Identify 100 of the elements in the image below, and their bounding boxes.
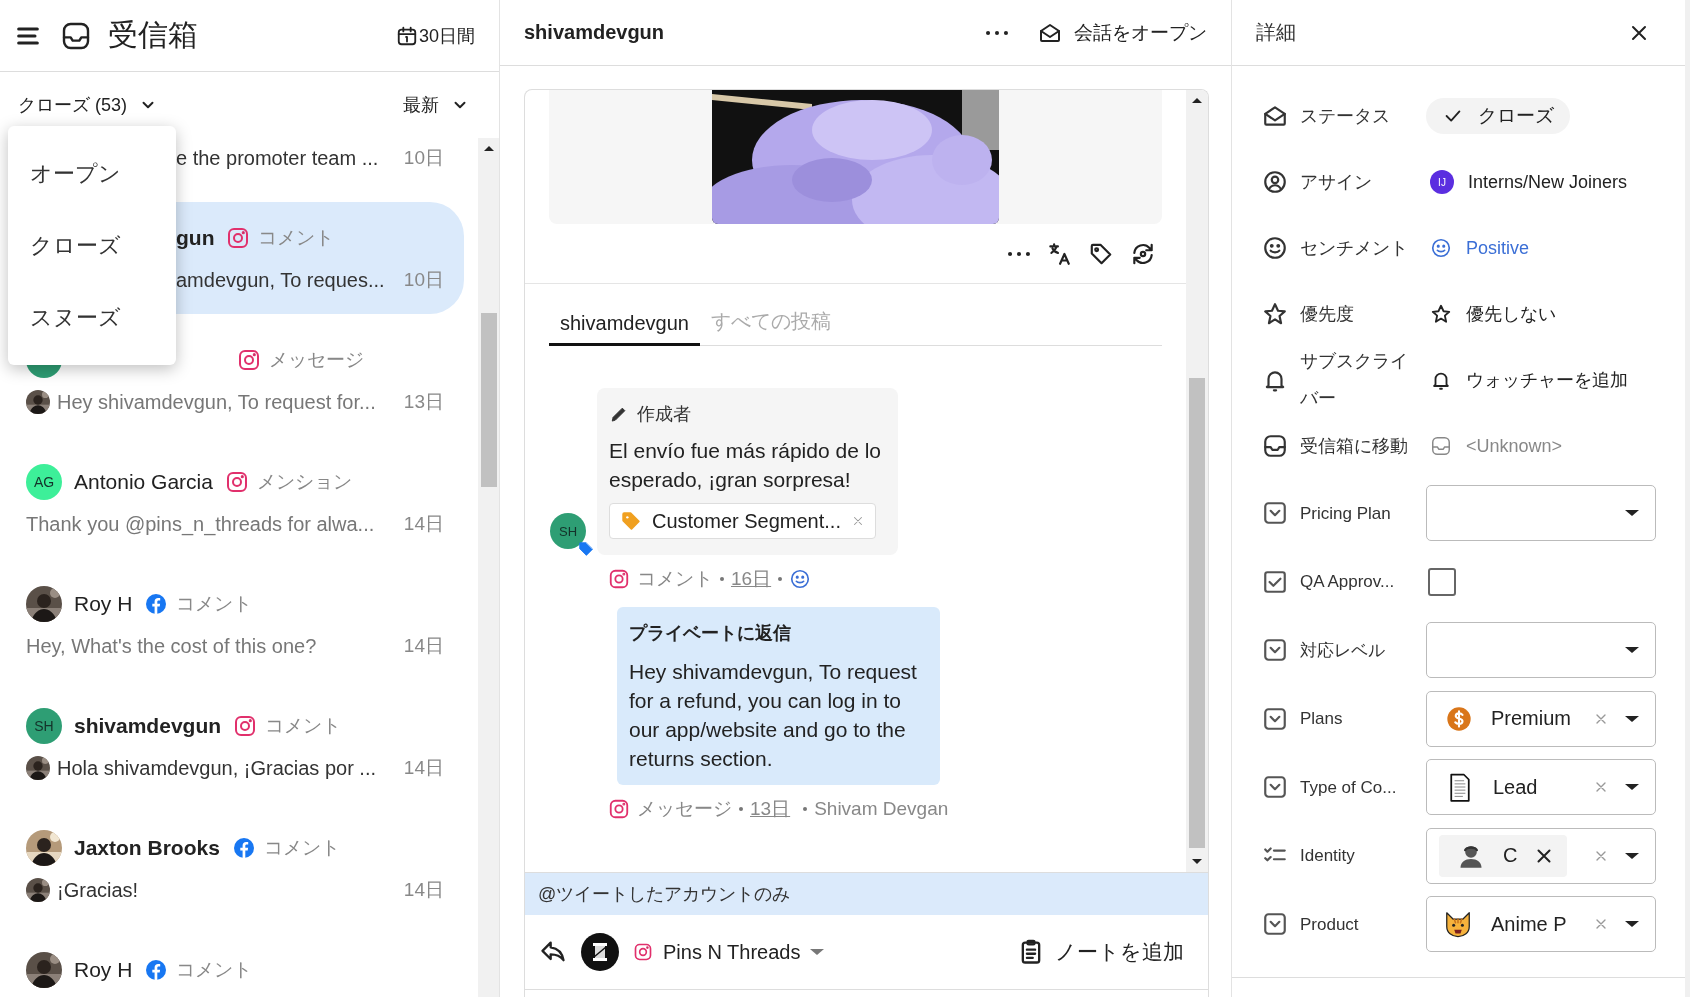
- conversation-item[interactable]: Roy H コメント Hey, What's the cost of this one? 14日: [0, 568, 464, 680]
- separator-dot: [739, 807, 743, 811]
- message-type: メンション: [256, 470, 352, 494]
- date-link[interactable]: 13日: [750, 796, 791, 822]
- more-button[interactable]: [1008, 250, 1030, 257]
- inbox-value: <Unknown>: [1466, 435, 1563, 457]
- field-label: Identity: [1300, 845, 1355, 868]
- select-field[interactable]: C: [1426, 827, 1656, 884]
- message-type: コメント: [263, 836, 340, 860]
- message-preview: amdevgun, To reques...: [176, 268, 385, 292]
- dollar-coin-icon: [1445, 704, 1473, 733]
- date: 10日: [402, 268, 444, 292]
- dropdown-icon: [1262, 911, 1288, 938]
- status-chip[interactable]: クローズ: [1426, 98, 1570, 134]
- instagram-icon: [633, 942, 653, 962]
- conversation-item[interactable]: Jaxton Brooks コメント ¡Gracias! 14日: [0, 812, 464, 924]
- scroll-up-icon: [483, 146, 494, 151]
- field-label: アサイン: [1300, 170, 1372, 194]
- message-type: コメント: [637, 567, 713, 591]
- separator-dot: [720, 577, 724, 581]
- field-label: 対応レベル: [1300, 639, 1385, 662]
- dropdown-icon: [1262, 637, 1288, 664]
- conversation-item[interactable]: Roy H コメント: [0, 934, 464, 997]
- field-label: サブスクライバー: [1300, 350, 1409, 410]
- reply-title: プライベートに返信: [629, 622, 792, 645]
- message-type: メッセージ: [269, 348, 364, 372]
- conversation-title: shivamdevgun: [524, 21, 665, 44]
- status-filter[interactable]: クローズ (53): [18, 93, 157, 117]
- page-title: 受信箱: [108, 17, 198, 53]
- avatar: IJ: [1430, 170, 1454, 194]
- field-label: ステータス: [1300, 104, 1390, 128]
- scroll-thumb[interactable]: [1189, 378, 1205, 848]
- smiley-icon: [1262, 235, 1288, 261]
- message-preview: Hey shivamdevgun, To request for...: [57, 390, 376, 414]
- field-label: QA Approv...: [1300, 571, 1395, 594]
- contact-name: gun: [176, 226, 215, 250]
- field-label: 優先度: [1300, 302, 1354, 326]
- field-label: センチメント: [1300, 236, 1408, 260]
- select-field[interactable]: Lead: [1426, 759, 1656, 816]
- date-range-button[interactable]: 30日間: [395, 23, 475, 48]
- scrollbar[interactable]: [1186, 90, 1208, 872]
- tag-chip[interactable]: Customer Segment...: [609, 503, 876, 539]
- message-type: コメント: [176, 958, 253, 982]
- sentiment-value: Positive: [1466, 237, 1530, 259]
- tag-label: Customer Segment...: [652, 509, 841, 533]
- dropdown-icon: [1262, 705, 1288, 732]
- translate-button[interactable]: [1046, 240, 1072, 267]
- checkbox[interactable]: [1428, 567, 1456, 596]
- inbox-icon: [1430, 435, 1452, 457]
- select-field[interactable]: Premium: [1426, 690, 1656, 747]
- envelope-icon: [1262, 103, 1288, 129]
- caret-icon: [1625, 921, 1639, 928]
- field-label: Type of Co...: [1300, 776, 1397, 799]
- facebook-icon: [231, 836, 256, 860]
- author-name: Shivam Devgan: [814, 798, 949, 820]
- select-field[interactable]: [1426, 485, 1656, 542]
- scroll-thumb[interactable]: [481, 313, 497, 487]
- message-preview: e the promoter team ...: [176, 146, 379, 170]
- select-field[interactable]: Anime P: [1426, 896, 1656, 953]
- field-label: Pricing Plan: [1300, 502, 1391, 525]
- select-field[interactable]: [1426, 622, 1656, 679]
- contact-name: Roy H: [74, 592, 133, 616]
- tab[interactable]: shivamdevgun: [549, 312, 700, 346]
- message-type: メッセージ: [637, 797, 732, 821]
- add-watcher-button[interactable]: ウォッチャーを追加: [1430, 368, 1628, 392]
- instagram-icon: [224, 470, 249, 494]
- message-preview: ¡Gracias!: [57, 878, 139, 902]
- field-label: 受信箱に移動: [1300, 434, 1408, 458]
- date-link[interactable]: 16日: [731, 566, 772, 592]
- smiley-icon: [789, 568, 812, 590]
- priority-button[interactable]: 優先しない: [1430, 302, 1556, 326]
- account-dropdown[interactable]: Pins N Threads: [633, 940, 825, 964]
- date: 14日: [402, 512, 444, 536]
- contact-name: Roy H: [74, 958, 133, 982]
- caret-icon: [1625, 852, 1639, 859]
- scrollbar[interactable]: [478, 138, 499, 997]
- date: 13日: [402, 390, 444, 414]
- cat-icon: [1443, 909, 1473, 940]
- instagram-icon: [237, 348, 261, 372]
- calendar-icon: [395, 24, 418, 47]
- more-icon: [1008, 250, 1030, 257]
- more-button[interactable]: [986, 29, 1008, 36]
- separator-dot: [803, 807, 808, 811]
- avatar: SH: [26, 708, 62, 744]
- scroll-up-icon: [1192, 98, 1202, 103]
- identity-chip[interactable]: C: [1439, 834, 1568, 877]
- panel-title: 詳細: [1256, 20, 1296, 45]
- message-preview: Hola shivamdevgun, ¡Gracias por ...: [57, 756, 377, 780]
- tag-icon: [620, 510, 642, 532]
- message-type: コメント: [265, 714, 342, 738]
- add-note-button[interactable]: ノートを追加: [1017, 938, 1184, 966]
- open-conversation-button[interactable]: 会話をオープン: [1038, 19, 1207, 46]
- instagram-icon: [608, 568, 630, 590]
- avatar: AG: [26, 464, 62, 500]
- inbox-icon: [1262, 433, 1288, 459]
- instagram-icon: [226, 226, 251, 250]
- date: 14日: [402, 756, 444, 780]
- conversation-item[interactable]: AG Antonio Garcia メンション Thank you @pins_n_threads for alwa... 14日: [0, 446, 464, 558]
- conversation-item[interactable]: SH shivamdevgun コメント Hola shivamdevgun, ¡Gracias por ... 14日: [0, 690, 464, 802]
- sort-dropdown[interactable]: 最新: [403, 93, 469, 117]
